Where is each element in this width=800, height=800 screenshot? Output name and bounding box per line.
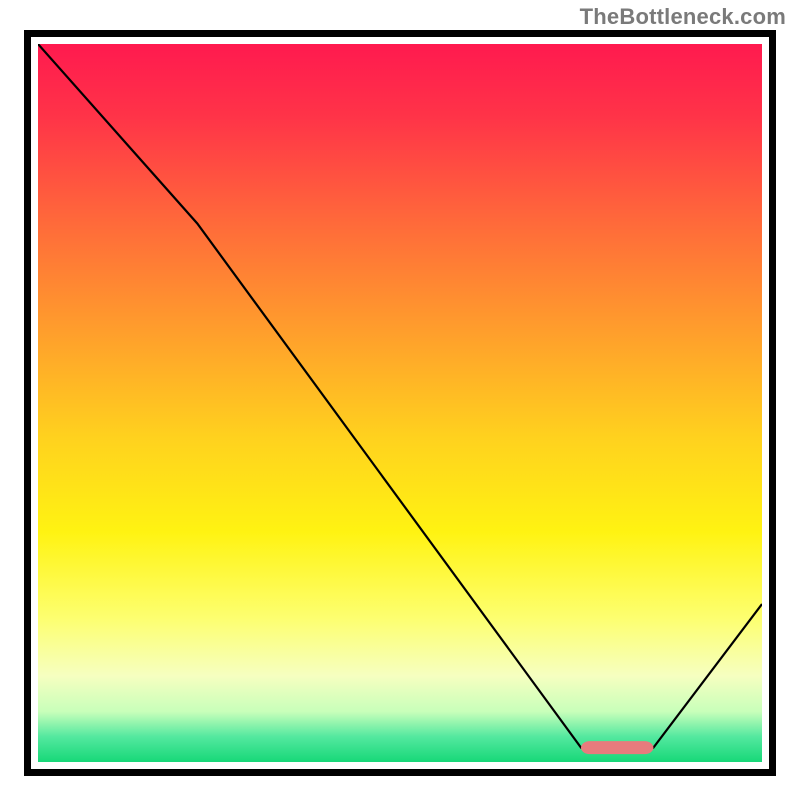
plot-svg [38, 44, 762, 762]
plot-frame [24, 30, 776, 776]
watermark-text: TheBottleneck.com [580, 4, 786, 30]
optimal-range-marker [581, 741, 653, 754]
chart-stage: TheBottleneck.com [0, 0, 800, 800]
gradient-background [38, 44, 762, 762]
plot-area [38, 44, 762, 762]
